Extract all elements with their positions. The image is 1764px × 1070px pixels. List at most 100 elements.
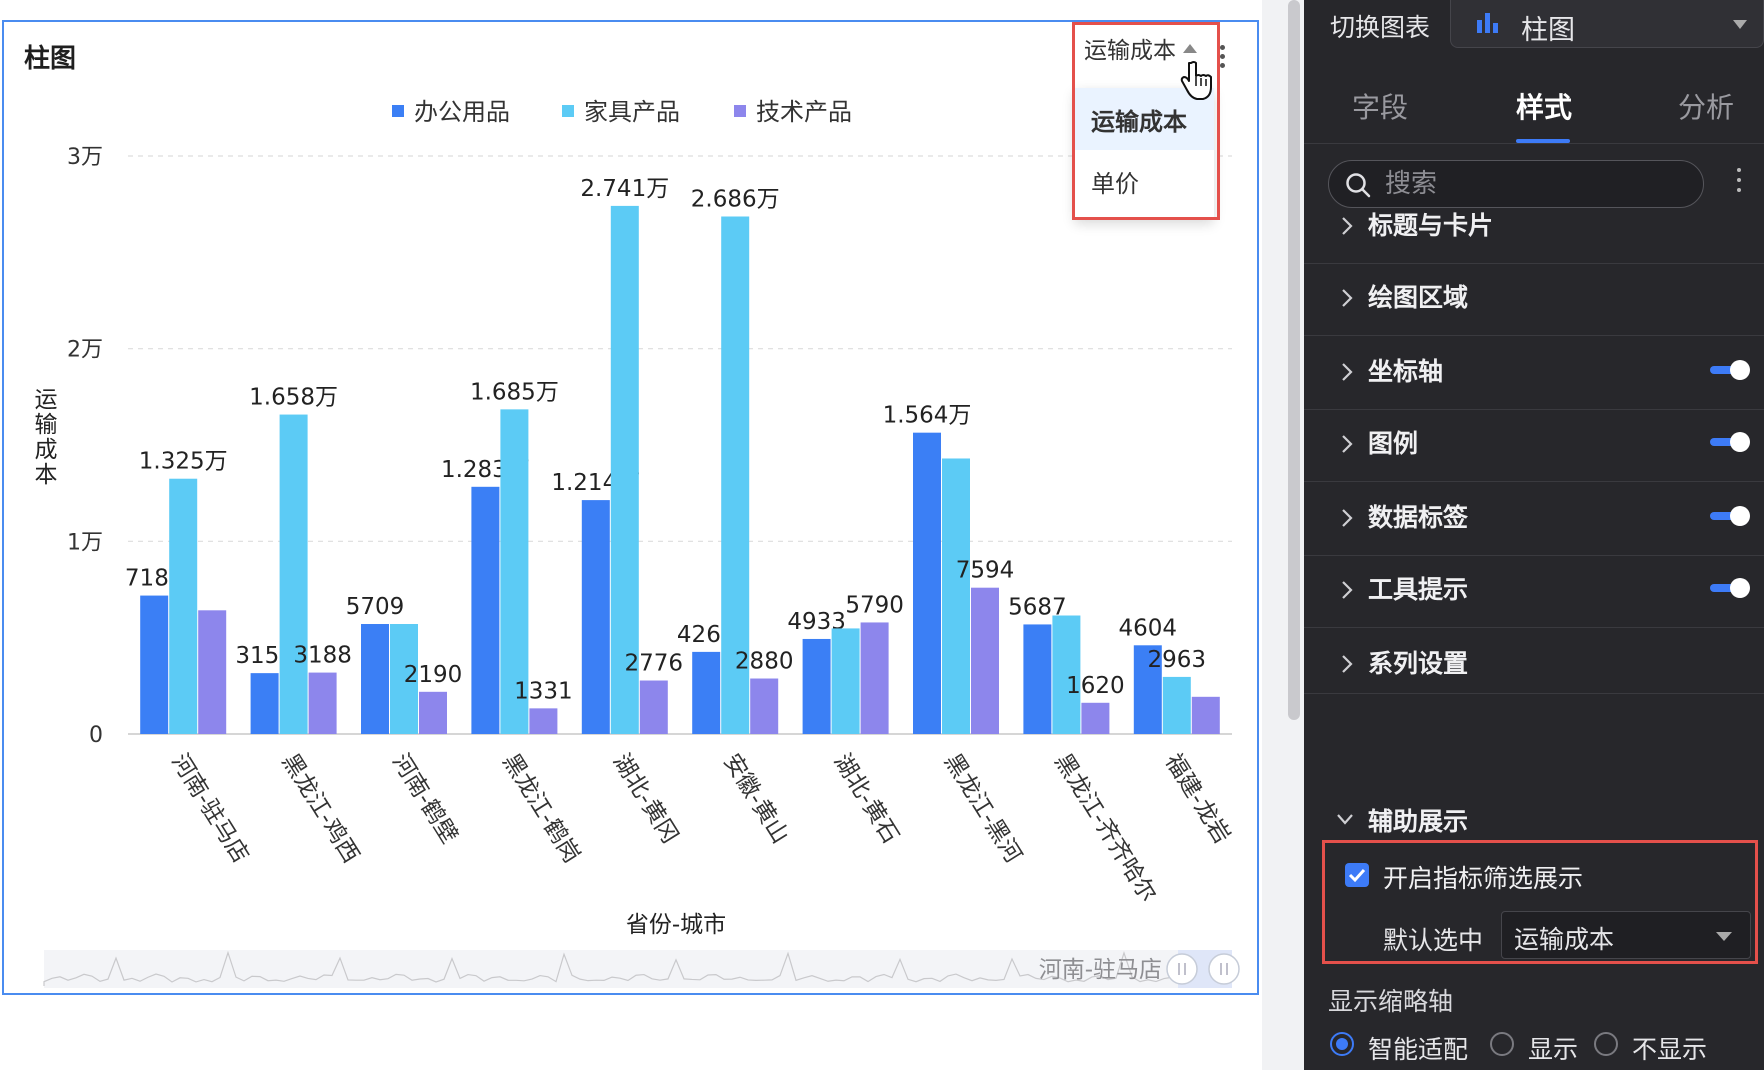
hand-cursor-icon (1180, 61, 1212, 100)
y-axis-label: 成 (35, 437, 58, 463)
bar (529, 708, 558, 734)
x-tick-label: 黑龙江-鹤岗 (497, 749, 584, 867)
chevron-right-icon (1342, 435, 1353, 453)
bar (308, 672, 337, 734)
radio-auto-fit-label: 智能适配 (1368, 1035, 1469, 1064)
section-toggle[interactable] (1710, 506, 1750, 526)
metric-option-unit-price[interactable]: 单价 (1074, 150, 1214, 212)
chart-type-value: 柱图 (1521, 15, 1575, 46)
enable-metric-filter-checkbox[interactable] (1345, 863, 1369, 887)
x-axis-label: 省份-城市 (626, 912, 726, 938)
metric-dropdown-menu: 运输成本 单价 (1074, 88, 1214, 220)
bar (419, 691, 447, 734)
bar (1023, 624, 1052, 734)
bar (250, 673, 279, 734)
section-6[interactable]: 工具提示 (1304, 550, 1764, 628)
switch-chart-label: 切换图表 (1330, 13, 1431, 42)
section-7[interactable]: 系列设置 (1304, 624, 1764, 694)
x-tick-label: 福建-龙岩 (1160, 749, 1235, 848)
bar (581, 500, 610, 734)
data-label: 1.685万 (470, 379, 559, 405)
active-tab-indicator (1516, 139, 1570, 143)
default-selection-label: 默认选中 (1383, 926, 1484, 955)
aux-display-box: 开启指标筛选展示 默认选中 运输成本 (1322, 840, 1758, 964)
section-4[interactable]: 图例 (1304, 404, 1764, 482)
bar (913, 432, 941, 734)
x-tick-label: 黑龙江-鸡西 (277, 749, 364, 867)
data-label: 1331 (514, 678, 573, 704)
radio-auto-fit[interactable] (1330, 1032, 1354, 1056)
radio-show-label: 显示 (1528, 1035, 1579, 1064)
default-selection-select[interactable]: 运输成本 (1501, 911, 1751, 959)
section-2[interactable]: 绘图区域 (1304, 258, 1764, 336)
chart-type-select[interactable]: 柱图 (1450, 0, 1764, 48)
bar (140, 595, 169, 734)
data-label: 1.325万 (139, 449, 228, 475)
section-label: 数据标签 (1368, 503, 1469, 532)
bar (860, 622, 889, 734)
thumbnail-axis-label: 显示缩略轴 (1328, 987, 1454, 1016)
data-label: 7594 (956, 558, 1015, 584)
y-tick-label: 3万 (67, 145, 103, 170)
y-axis-label: 运 (35, 387, 58, 413)
section-3[interactable]: 坐标轴 (1304, 332, 1764, 410)
radio-hide-label: 不显示 (1632, 1035, 1708, 1064)
bar (1162, 676, 1191, 734)
data-label: 1.658万 (249, 385, 338, 411)
section-1[interactable]: 标题与卡片 (1304, 186, 1764, 264)
data-label: 2190 (404, 662, 463, 688)
tab-fields[interactable]: 字段 (1352, 86, 1408, 126)
tab-analysis[interactable]: 分析 (1678, 86, 1734, 126)
section-label: 辅助展示 (1368, 807, 1469, 836)
data-label: 4604 (1119, 615, 1178, 641)
section-5[interactable]: 数据标签 (1304, 478, 1764, 556)
data-label: 2.686万 (691, 186, 780, 212)
main-scrollbar[interactable] (1288, 0, 1300, 720)
x-tick-label: 黑龙江-黑河 (939, 749, 1026, 867)
y-tick-label: 0 (89, 723, 103, 748)
bar (198, 610, 227, 734)
settings-panel: 切换图表 柱图 字段 样式 分析 标题与卡片绘图区域坐标轴图例数据标签工具提示系… (1304, 0, 1764, 1070)
legend-label: 技术产品 (756, 98, 852, 126)
section-toggle[interactable] (1710, 432, 1750, 452)
thumbnail-handle-left[interactable] (1166, 953, 1198, 985)
x-tick-label: 安徽-黄山 (718, 749, 793, 848)
bar (942, 458, 970, 734)
x-tick-label: 河南-鹤壁 (387, 749, 462, 848)
card-title: 柱图 (24, 44, 77, 74)
chevron-down-icon (1716, 932, 1732, 941)
legend-swatch (562, 105, 574, 117)
bar (1081, 702, 1110, 734)
section-toggle[interactable] (1710, 360, 1750, 380)
panel-tabs: 字段 样式 分析 (1304, 64, 1764, 144)
x-tick-label: 湖北-黄石 (829, 749, 904, 848)
bar (639, 680, 668, 734)
bar (750, 678, 779, 734)
data-label: 5709 (346, 594, 405, 620)
thumbnail-handle-right[interactable] (1208, 953, 1240, 985)
data-label: 1.564万 (883, 403, 972, 429)
data-label: 2776 (625, 651, 684, 677)
card-more-icon[interactable] (1215, 42, 1229, 74)
tab-style[interactable]: 样式 (1516, 86, 1572, 126)
section-label: 绘图区域 (1368, 283, 1469, 312)
x-tick-label: 河南-驻马店 (166, 749, 253, 867)
section-label: 坐标轴 (1368, 357, 1444, 386)
section-toggle[interactable] (1710, 578, 1750, 598)
section-label: 工具提示 (1368, 575, 1469, 604)
bar (692, 651, 721, 734)
metric-selector-value: 运输成本 (1084, 38, 1176, 64)
section-label: 标题与卡片 (1368, 211, 1494, 240)
bar (471, 486, 500, 734)
radio-show[interactable] (1490, 1032, 1514, 1056)
bar (279, 414, 308, 734)
chevron-up-icon (1183, 44, 1197, 53)
bar (1191, 696, 1220, 734)
radio-hide[interactable] (1594, 1032, 1618, 1056)
data-label: 2880 (735, 649, 794, 675)
default-selection-value: 运输成本 (1514, 925, 1615, 954)
data-label: 3188 (293, 643, 352, 669)
x-tick-label: 湖北-黄冈 (608, 749, 683, 848)
chevron-right-icon (1342, 509, 1353, 527)
data-label: 2.741万 (580, 176, 669, 202)
